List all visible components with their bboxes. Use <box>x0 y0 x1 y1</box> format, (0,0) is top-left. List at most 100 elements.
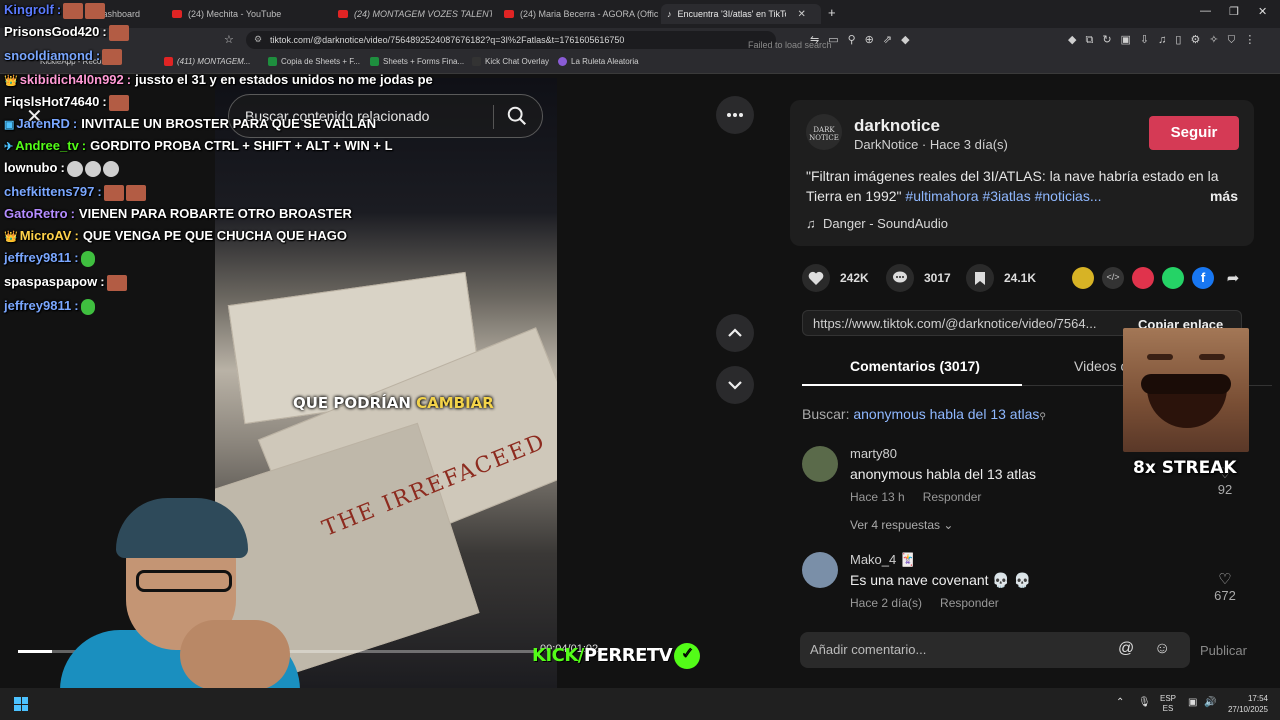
site-info-icon[interactable]: ⚙ <box>254 34 262 45</box>
tab-youtube-1[interactable]: (24) Mechita - YouTube <box>166 4 326 24</box>
tab-videos[interactable]: Videos c <box>1074 358 1127 374</box>
multi-badge-icon: ✈ <box>4 141 14 153</box>
chat-separator: : <box>74 298 79 313</box>
extension-icons[interactable]: ◆⧉↻▣⇩♫▯⚙✧⛉⋮ <box>1068 33 1264 47</box>
tab-youtube-3[interactable]: (24) Maria Becerra - AGORA (Official <box>498 4 658 24</box>
chat-separator: : <box>56 2 62 17</box>
chevron-down-icon: ⌄ <box>943 518 954 532</box>
comment-item: Mako_4 🃏 Es una nave covenant 💀 💀 Hace 2… <box>802 552 1242 614</box>
comment-like-button[interactable]: ♡ 672 <box>1210 570 1240 603</box>
hashtags[interactable]: #ultimahora #3iatlas #noticias... <box>905 188 1101 204</box>
whatsapp-icon[interactable] <box>1162 267 1184 289</box>
close-window-button[interactable]: ✕ <box>1258 5 1267 18</box>
comment-username[interactable]: Mako_4 🃏 <box>850 552 916 568</box>
chat-username[interactable]: FiqslsHot74640 <box>4 94 99 109</box>
author-username[interactable]: darknotice <box>854 116 940 136</box>
chat-username[interactable]: Andree_tv <box>15 138 79 153</box>
heart-icon <box>802 264 830 292</box>
save-button[interactable]: 24.1K <box>966 264 1036 292</box>
new-tab-button[interactable]: + <box>828 5 836 20</box>
embed-code-icon[interactable]: </> <box>1102 267 1124 289</box>
browser-tabbar: Dashboard (24) Mechita - YouTube (24) MO… <box>0 0 1280 28</box>
chat-separator: : <box>74 228 79 243</box>
emoji-icon[interactable]: ☺ <box>1154 640 1170 658</box>
chat-username[interactable]: jeffrey9811 <box>4 250 71 265</box>
comments-button[interactable]: 3017 <box>886 264 951 292</box>
previous-video-button[interactable] <box>716 314 754 352</box>
chat-username[interactable]: lownubo <box>4 160 57 175</box>
chat-message: spaspaspapow: <box>4 274 127 291</box>
chat-message: FiqslsHot74640: <box>4 94 129 111</box>
bookmark-montagem[interactable]: (411) MONTAGEM... <box>164 57 251 66</box>
avatar[interactable]: DARK NOTICE <box>806 114 842 150</box>
chat-username[interactable]: skibidich4l0n992 <box>20 72 124 87</box>
minimize-button[interactable]: — <box>1200 5 1211 17</box>
chat-message: chefkittens797: <box>4 184 146 201</box>
next-video-button[interactable] <box>716 366 754 404</box>
chat-username[interactable]: MicroAV <box>20 228 72 243</box>
avatar[interactable] <box>802 446 838 482</box>
bookmark-kick-chat-overlay[interactable]: Kick Chat Overlay <box>472 57 549 66</box>
view-replies-button[interactable]: Ver 4 respuestas ⌄ <box>850 518 953 532</box>
volume-icon[interactable]: 🔊 <box>1204 697 1216 708</box>
emote-icon <box>106 274 127 291</box>
follow-button[interactable]: Seguir <box>1149 116 1239 150</box>
share-arrow-icon[interactable]: ➦ <box>1222 267 1244 289</box>
chat-username[interactable]: PrisonsGod420 <box>4 24 99 39</box>
reply-button[interactable]: Responder <box>923 490 982 504</box>
chat-username[interactable]: jeffrey9811 <box>4 298 71 313</box>
address-bar-row: ☆ ⚙ tiktok.com/@darknotice/video/7564892… <box>0 28 1280 52</box>
tab-youtube-2[interactable]: (24) MONTAGEM VOZES TALENTIN <box>332 4 492 24</box>
youtube-icon <box>504 10 514 18</box>
chat-username[interactable]: Kingrolf <box>4 2 54 17</box>
chat-separator: : <box>126 72 132 87</box>
chat-username[interactable]: GatoRetro <box>4 206 68 221</box>
taskbar-clock[interactable]: 17:54 27/10/2025 <box>1226 693 1268 715</box>
music-link[interactable]: ♫ Danger - SoundAudio <box>806 216 948 231</box>
bookmarks-bar: KickleApp - Recom... (411) MONTAGEM... C… <box>0 52 1280 74</box>
chat-username[interactable]: chefkittens797 <box>4 184 94 199</box>
comment-username[interactable]: marty80 <box>850 446 897 461</box>
like-button[interactable]: 242K <box>802 264 869 292</box>
emote-icon <box>108 24 129 41</box>
facebook-icon[interactable]: f <box>1192 267 1214 289</box>
page-icon <box>472 57 481 66</box>
close-tab-icon[interactable]: ✕ <box>798 9 806 20</box>
display-icon[interactable]: ▣ <box>1188 697 1197 708</box>
comment-search-hint[interactable]: Buscar: anonymous habla del 13 atlas⚲ <box>802 406 1046 422</box>
chat-message: GatoRetro: VIENEN PARA ROBARTE OTRO BROAS… <box>4 206 352 221</box>
video-caption: QUE PODRÍAN CAMBIAR <box>293 394 494 412</box>
mention-icon[interactable]: @ <box>1118 640 1134 658</box>
bookmark-sheets-forms[interactable]: Sheets + Forms Fina... <box>370 57 464 66</box>
ellipsis-icon <box>727 113 743 117</box>
bookmark-sheets-copy[interactable]: Copia de Sheets + F... <box>268 57 360 66</box>
chat-message: jeffrey9811: <box>4 298 95 315</box>
chat-username[interactable]: spaspaspapow <box>4 274 97 289</box>
url-field[interactable]: ⚙ tiktok.com/@darknotice/video/756489252… <box>246 31 776 49</box>
language-indicator[interactable]: ESP ES <box>1160 694 1176 714</box>
windows-start-icon[interactable] <box>14 697 28 711</box>
avatar[interactable] <box>802 552 838 588</box>
emote-icon <box>84 160 101 177</box>
tab-tiktok[interactable]: ♪ Encuentra '3I/atlas' en TikTok ✕ <box>661 4 821 24</box>
chat-separator: : <box>95 48 101 63</box>
bookmark-ruleta[interactable]: La Ruleta Aleatoria <box>558 57 639 66</box>
tab-comments[interactable]: Comentarios (3017) <box>850 358 980 374</box>
more-link[interactable]: más <box>1210 186 1238 206</box>
chat-username[interactable]: JarenRD <box>16 116 69 131</box>
embed-badge-icon[interactable] <box>1072 267 1094 289</box>
chat-username[interactable]: snooldiamond <box>4 48 93 63</box>
chat-separator: : <box>74 250 79 265</box>
youtube-icon <box>172 10 182 18</box>
tray-chevron-icon[interactable]: ⌃ <box>1116 697 1124 708</box>
more-options-button[interactable] <box>716 96 754 134</box>
search-icon[interactable] <box>506 105 528 127</box>
bookmark-star-icon[interactable]: ☆ <box>224 33 243 46</box>
chat-message: Kingrolf: <box>4 2 106 19</box>
reply-button[interactable]: Responder <box>940 596 999 610</box>
microphone-icon[interactable]: 🎙 <box>1138 697 1151 708</box>
chat-separator: : <box>102 24 107 39</box>
maximize-button[interactable]: ❐ <box>1229 5 1239 18</box>
add-comment-input[interactable]: Añadir comentario... @ ☺ <box>800 632 1190 668</box>
send-to-friends-icon[interactable] <box>1132 267 1154 289</box>
